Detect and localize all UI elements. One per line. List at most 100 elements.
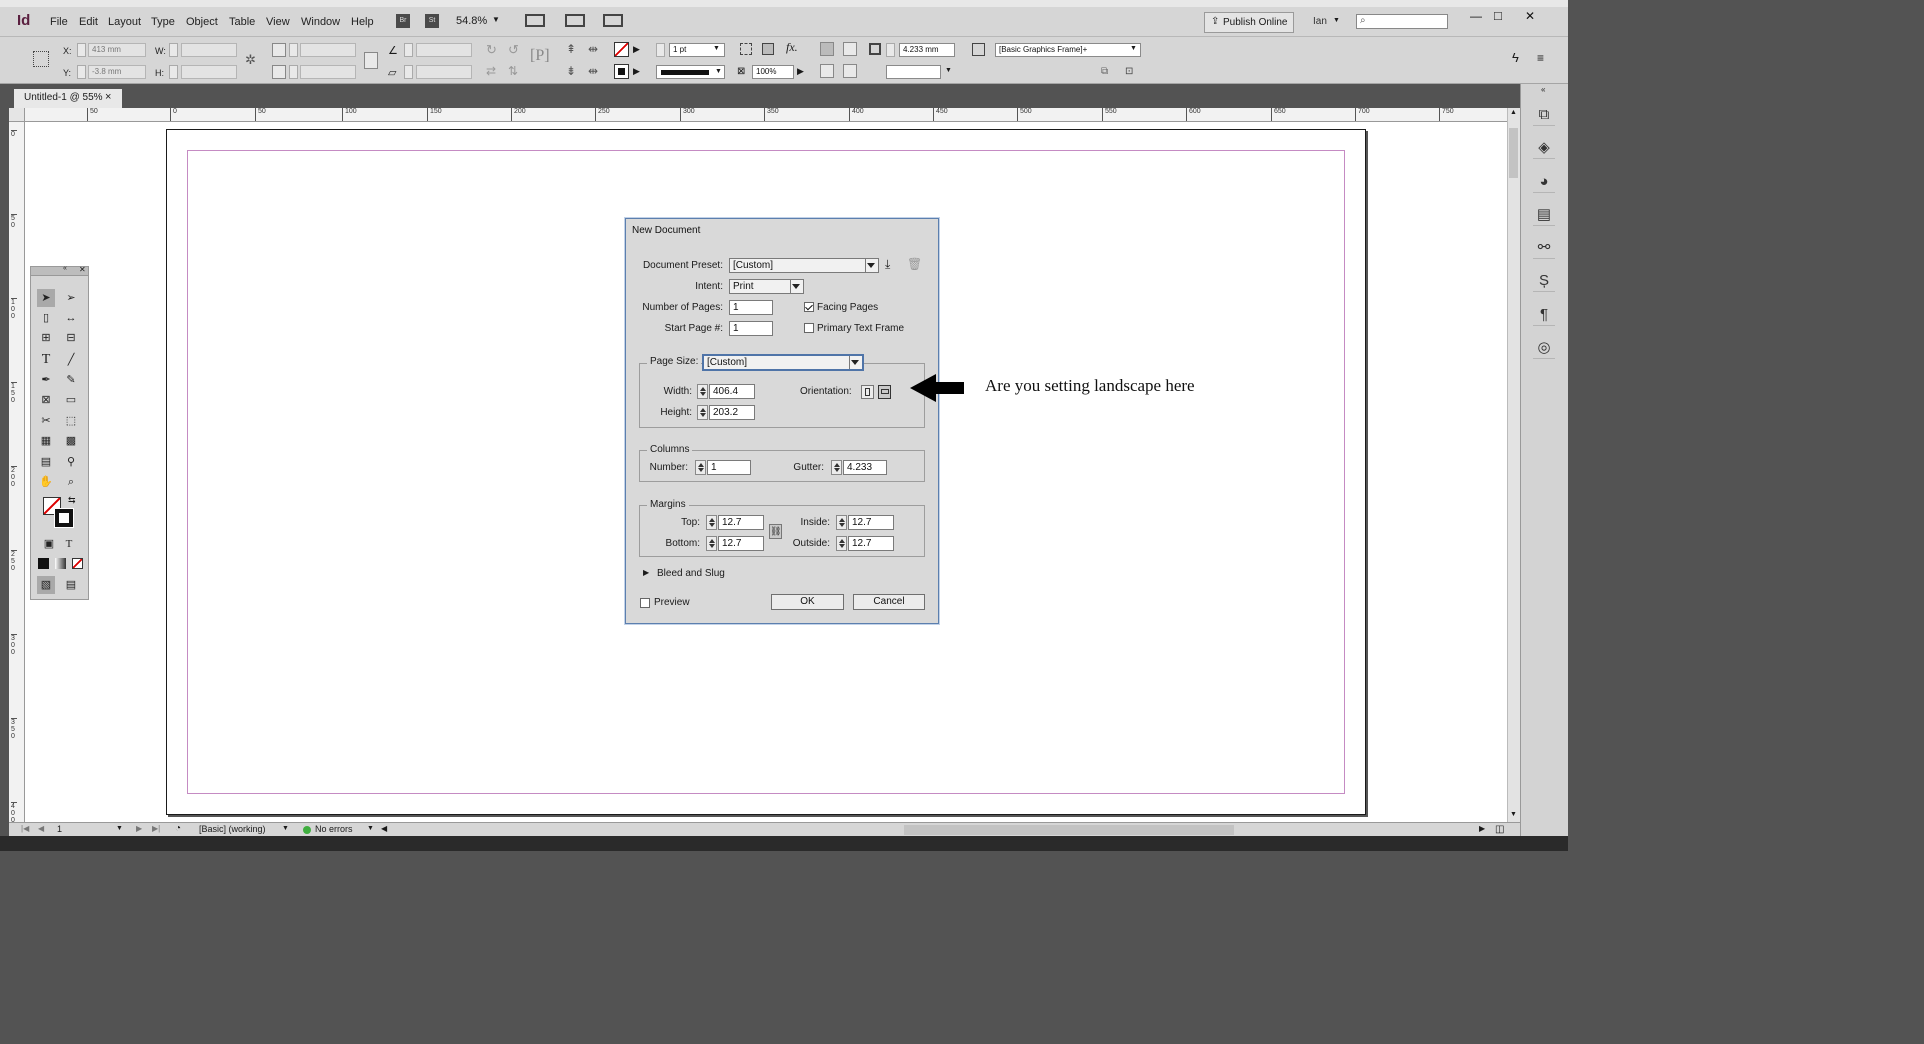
cancel-button[interactable]: Cancel <box>853 594 925 610</box>
prev-page-icon[interactable]: ◀ <box>38 824 44 833</box>
fill-none-icon[interactable] <box>614 42 629 57</box>
rotate-cw-icon[interactable]: ↻ <box>486 42 497 58</box>
note-tool-icon[interactable]: ▤ <box>37 453 55 471</box>
split-window-icon[interactable]: ◫ <box>1495 824 1504 835</box>
gutter-spinner[interactable] <box>831 460 842 475</box>
corner-options-select[interactable] <box>886 65 941 79</box>
landscape-orientation-icon[interactable] <box>878 385 891 399</box>
errors-dropdown-icon[interactable]: ▼ <box>367 825 374 832</box>
first-page-icon[interactable]: |◀ <box>21 824 29 833</box>
formatting-container-icon[interactable]: ▣ <box>40 535 58 553</box>
outside-margin-input[interactable]: 12.7 mm <box>848 536 894 551</box>
content-placer-icon[interactable]: ⊟ <box>62 329 80 347</box>
constrain-proportions-icon[interactable]: ✲ <box>245 52 256 68</box>
ok-button[interactable]: OK <box>771 594 844 610</box>
top-spinner[interactable] <box>706 515 717 530</box>
gap-tool-icon[interactable]: ↔ <box>62 309 80 327</box>
inside-margin-input[interactable]: 12.7 mm <box>848 515 894 530</box>
help-search-input[interactable]: ⌕ <box>1356 14 1448 29</box>
facing-pages-checkbox[interactable] <box>804 302 814 312</box>
frame-fitting-icon[interactable] <box>869 43 881 55</box>
width-input[interactable]: 406.4 mr <box>709 384 755 399</box>
stock-icon[interactable]: St <box>425 14 439 28</box>
scale-y-field[interactable] <box>300 65 356 79</box>
links-panel-icon[interactable]: ⚯ <box>1533 237 1555 259</box>
outside-spinner[interactable] <box>836 536 847 551</box>
intent-select[interactable]: Print <box>729 279 804 294</box>
close-tools-icon[interactable]: ✕ <box>79 265 86 274</box>
constrain-scale-icon[interactable] <box>364 52 378 69</box>
expand-dock-icon[interactable]: « <box>1541 85 1545 94</box>
layers-panel-icon[interactable]: ◈ <box>1533 137 1555 159</box>
drop-shadow-icon[interactable] <box>740 43 752 55</box>
screen-mode-icon[interactable] <box>565 14 585 27</box>
expand-bleed-icon[interactable]: ▶ <box>643 568 649 577</box>
scale-x-spinner[interactable] <box>289 43 298 57</box>
apply-gradient-icon[interactable] <box>55 558 66 569</box>
bottom-margin-input[interactable]: 12.7 mm <box>718 536 764 551</box>
reference-point-icon[interactable] <box>33 51 49 67</box>
start-page-input[interactable]: 1 <box>729 321 773 336</box>
menu-layout[interactable]: Layout <box>108 16 141 28</box>
stroke-weight-spinner[interactable] <box>656 43 665 57</box>
zoom-dropdown-icon[interactable]: ▼ <box>492 15 500 24</box>
page-number-field[interactable]: 1 <box>57 824 62 834</box>
menu-object[interactable]: Object <box>186 16 218 28</box>
y-field[interactable]: -3.8 mm <box>88 65 146 79</box>
h-field[interactable] <box>181 65 237 79</box>
arrange-documents-icon[interactable] <box>603 14 623 27</box>
preset-select[interactable]: [Custom] <box>729 258 879 273</box>
shear-spinner[interactable] <box>404 65 413 79</box>
menu-view[interactable]: View <box>266 16 290 28</box>
object-style-select[interactable]: [Basic Graphics Frame]+ <box>995 43 1141 57</box>
stroke-weight-dropdown-icon[interactable]: ▼ <box>713 45 720 52</box>
flip-h-icon[interactable]: ⇄ <box>486 64 496 78</box>
object-style-dropdown-icon[interactable]: ▼ <box>1130 45 1137 52</box>
pages-panel-icon[interactable]: ⧉ <box>1533 104 1555 126</box>
scroll-up-icon[interactable]: ▲ <box>1510 109 1517 116</box>
bridge-icon[interactable]: Br <box>396 14 410 28</box>
page-tool-icon[interactable]: ▯ <box>37 309 55 327</box>
horizontal-ruler[interactable]: 50 0 50 100 150 200 250 300 350 400 450 500 550 600 65… <box>9 108 1507 122</box>
gutter-field[interactable]: 4.233 mm <box>899 43 955 57</box>
publish-online-button[interactable]: ⇪ Publish Online <box>1204 12 1294 33</box>
vertical-scrollbar[interactable]: ▲ ▼ <box>1507 108 1520 822</box>
paragraph-styles-icon[interactable]: ¶ <box>1533 304 1555 326</box>
number-of-pages-input[interactable]: 1 <box>729 300 773 315</box>
opacity-field[interactable]: 100% <box>752 65 794 79</box>
bleed-and-slug-toggle[interactable]: Bleed and Slug <box>657 568 725 579</box>
panel-menu-icon[interactable]: ≡ <box>1537 51 1544 65</box>
user-name[interactable]: Ian <box>1313 16 1327 27</box>
text-wrap-bbox-icon[interactable] <box>843 42 857 56</box>
formatting-text-icon[interactable]: T <box>60 535 78 553</box>
primary-text-frame-checkbox[interactable] <box>804 323 814 333</box>
portrait-orientation-icon[interactable] <box>861 385 874 399</box>
menu-file[interactable]: File <box>50 16 68 28</box>
profile-dropdown-icon[interactable]: ▼ <box>282 825 289 832</box>
apply-color-icon[interactable] <box>38 558 49 569</box>
vertical-scroll-thumb[interactable] <box>1509 128 1518 178</box>
apply-none-icon[interactable] <box>72 558 83 569</box>
rectangle-tool-icon[interactable]: ▭ <box>62 391 80 409</box>
collapse-tools-icon[interactable]: « <box>63 265 67 272</box>
top-margin-input[interactable]: 12.7 mm <box>718 515 764 530</box>
selection-tool-icon[interactable]: ➤ <box>37 289 55 307</box>
next-page-icon[interactable]: ▶ <box>136 824 142 833</box>
quick-apply-icon[interactable]: ϟ <box>1512 50 1519 65</box>
bottom-spinner[interactable] <box>706 536 717 551</box>
menu-table[interactable]: Table <box>229 16 255 28</box>
object-style-icon[interactable] <box>972 43 985 56</box>
flip-v-icon[interactable]: ⇅ <box>508 64 518 78</box>
gutter-spinner[interactable] <box>886 43 895 57</box>
width-spinner[interactable] <box>697 384 708 399</box>
scale-y-spinner[interactable] <box>289 65 298 79</box>
direct-selection-tool-icon[interactable]: ➢ <box>62 289 80 307</box>
close-window-button[interactable]: ✕ <box>1525 9 1535 23</box>
cc-libraries-icon[interactable]: ◎ <box>1533 337 1555 359</box>
tools-panel-header[interactable]: « ✕ <box>31 265 88 276</box>
menu-edit[interactable]: Edit <box>79 16 98 28</box>
swap-colors-icon[interactable]: ⇆ <box>68 495 76 506</box>
free-transform-tool-icon[interactable]: ⬚ <box>62 412 80 430</box>
scroll-left-icon[interactable]: ◀ <box>381 824 387 833</box>
user-dropdown-icon[interactable]: ▼ <box>1333 17 1340 24</box>
